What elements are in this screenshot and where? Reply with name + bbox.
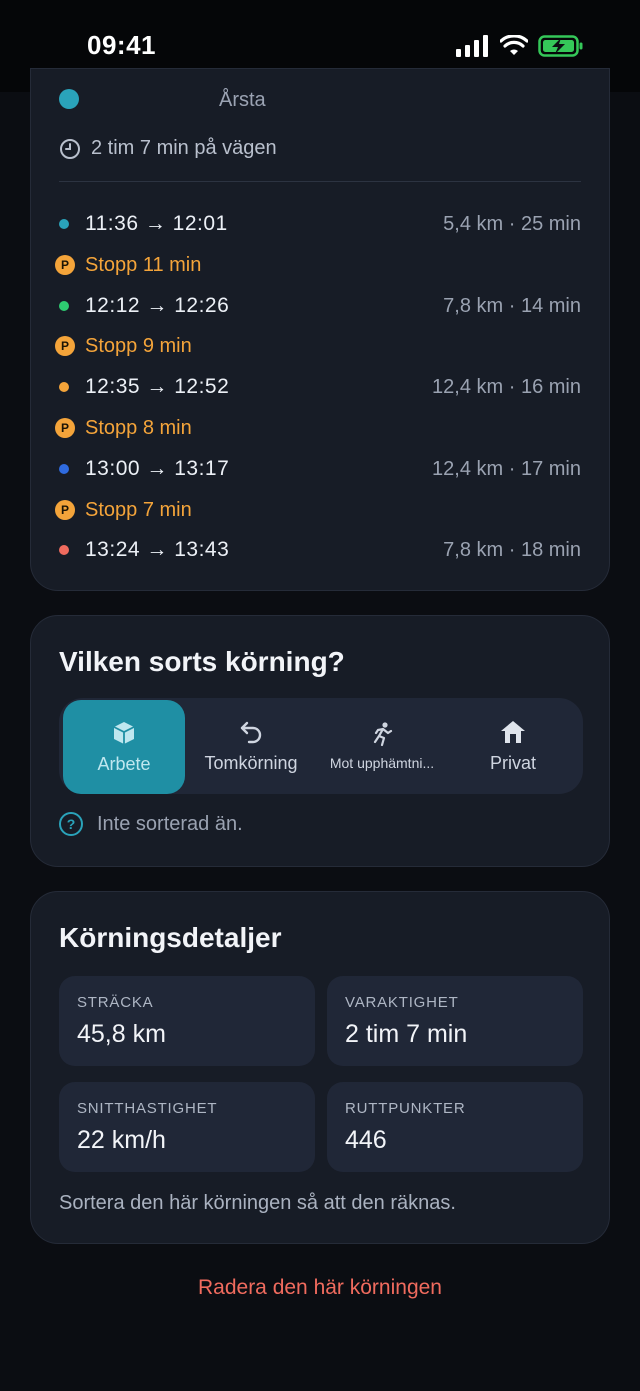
stop-label: Stopp 9 min — [85, 334, 192, 357]
wifi-icon — [500, 35, 528, 55]
segment-row[interactable]: 11:36 → 12:01 5,4 km · 25 min — [59, 209, 581, 239]
segment-times: 13:00 → 13:17 — [85, 457, 230, 480]
cellular-signal-icon — [456, 35, 488, 57]
trip-card: Årsta 2 tim 7 min på vägen 11:36 → 12:01… — [30, 68, 610, 591]
kind-option-work[interactable]: Arbete — [63, 700, 185, 794]
sort-status: ? Inte sorterad än. — [59, 812, 243, 836]
segment-times: 12:35 → 12:52 — [85, 375, 230, 398]
stop-row: P Stopp 11 min — [55, 250, 201, 280]
running-person-icon — [373, 722, 393, 747]
stat-tile-avg-speed: SNITTHASTIGHET 22 km/h — [59, 1082, 315, 1172]
details-note: Sortera den här körningen så att den räk… — [59, 1192, 456, 1214]
kind-option-label: Tomkörning — [204, 752, 298, 773]
kind-option-empty-run[interactable]: Tomkörning — [190, 698, 312, 794]
segment-meta: 12,4 km · 16 min — [432, 375, 581, 398]
stat-label: VARAKTIGHET — [345, 994, 459, 1011]
segment-times: 12:12 → 12:26 — [85, 294, 230, 317]
return-arrow-icon — [240, 721, 262, 743]
kind-option-label: Mot upphämtni... — [329, 755, 435, 771]
parking-badge-icon: P — [55, 500, 75, 520]
stat-tile-distance: STRÄCKA 45,8 km — [59, 976, 315, 1066]
segment-row[interactable]: 12:35 → 12:52 12,4 km · 16 min — [59, 372, 581, 402]
segment-dot — [59, 382, 69, 392]
segment-row[interactable]: 13:24 → 13:43 7,8 km · 18 min — [59, 535, 581, 565]
stat-label: RUTTPUNKTER — [345, 1100, 466, 1117]
stop-row: P Stopp 7 min — [55, 495, 192, 525]
total-duration-row: 2 tim 7 min på vägen — [59, 137, 277, 160]
segment-row[interactable]: 12:12 → 12:26 7,8 km · 14 min — [59, 291, 581, 321]
segment-times: 13:24 → 13:43 — [85, 538, 230, 561]
stop-label: Stopp 11 min — [85, 253, 202, 276]
clock-icon — [60, 138, 80, 159]
parking-badge-icon: P — [55, 418, 75, 438]
kind-option-private[interactable]: Privat — [452, 698, 574, 794]
start-dot — [59, 89, 79, 109]
trip-kind-card: Vilken sorts körning? Arbete Tomkörning — [30, 615, 610, 867]
segment-dot — [59, 464, 69, 474]
trip-details-title: Körningsdetaljer — [59, 922, 282, 953]
battery-charging-icon — [538, 35, 583, 57]
stat-tile-route-points: RUTTPUNKTER 446 — [327, 1082, 583, 1172]
stop-row: P Stopp 8 min — [55, 413, 192, 443]
screen: 09:41 Årsta 2 tim 7 min på vägen 11:36 →… — [0, 0, 640, 1391]
trip-details-card: Körningsdetaljer STRÄCKA 45,8 km VARAKTI… — [30, 891, 610, 1244]
segment-times: 11:36 → 12:01 — [85, 212, 228, 235]
stat-value: 45,8 km — [77, 1020, 166, 1048]
stop-label: Stopp 8 min — [85, 416, 192, 439]
parking-badge-icon: P — [55, 336, 75, 356]
stat-value: 22 km/h — [77, 1126, 166, 1154]
trip-kind-title: Vilken sorts körning? — [59, 646, 345, 677]
segment-dot — [59, 545, 69, 555]
stop-label: Stopp 7 min — [85, 498, 192, 521]
trip-kind-picker: Arbete Tomkörning Mot upphämtni... Priva… — [59, 698, 583, 794]
segment-row[interactable]: 13:00 → 13:17 12,4 km · 17 min — [59, 454, 581, 484]
sort-status-text: Inte sorterad än. — [97, 812, 243, 835]
segment-meta: 12,4 km · 17 min — [432, 457, 581, 480]
total-duration: 2 tim 7 min på vägen — [91, 137, 277, 159]
stop-row: P Stopp 9 min — [55, 331, 192, 361]
kind-option-pickup[interactable]: Mot upphämtni... — [321, 698, 443, 794]
status-icons — [456, 34, 584, 58]
box-icon — [113, 721, 135, 744]
kind-option-label: Privat — [489, 752, 536, 773]
stat-label: SNITTHASTIGHET — [77, 1100, 218, 1117]
delete-trip-button[interactable]: Radera den här körningen — [0, 1276, 640, 1300]
house-icon — [501, 720, 525, 743]
segment-meta: 7,8 km · 18 min — [443, 538, 581, 561]
stat-label: STRÄCKA — [77, 994, 154, 1011]
stat-value: 2 tim 7 min — [345, 1020, 468, 1048]
question-icon: ? — [59, 812, 83, 836]
kind-option-label: Arbete — [97, 753, 151, 774]
segment-dot — [59, 219, 69, 229]
start-place: Årsta — [219, 89, 266, 111]
segment-dot — [59, 301, 69, 311]
stat-value: 446 — [345, 1126, 387, 1154]
status-time: 09:41 — [87, 30, 156, 60]
stat-tile-duration: VARAKTIGHET 2 tim 7 min — [327, 976, 583, 1066]
parking-badge-icon: P — [55, 255, 75, 275]
segment-meta: 5,4 km · 25 min — [443, 212, 581, 235]
segment-meta: 7,8 km · 14 min — [443, 294, 581, 317]
divider — [59, 181, 581, 182]
